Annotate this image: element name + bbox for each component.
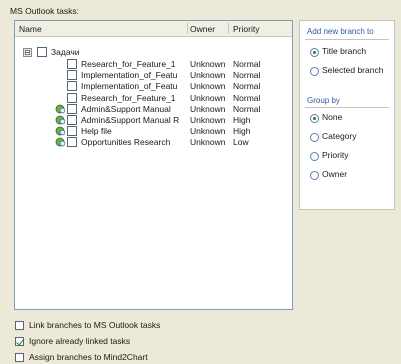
task-checkbox[interactable] (67, 81, 77, 92)
task-checkbox[interactable] (67, 137, 77, 148)
radio-button[interactable] (310, 48, 319, 57)
task-owner: Unknown (190, 115, 226, 125)
task-row[interactable]: Help file Unknown High (15, 126, 292, 137)
checkbox-label: Assign branches to Mind2Chart (29, 352, 148, 362)
tree-root-row[interactable]: ⊟ Задачи (15, 47, 292, 58)
task-row[interactable]: Implementation_of_Featu Unknown Normal (15, 70, 292, 81)
task-checkbox[interactable] (67, 115, 77, 125)
task-owner: Unknown (190, 103, 226, 114)
task-owner: Unknown (190, 59, 226, 69)
task-checkbox[interactable] (67, 59, 77, 69)
task-priority: Normal (233, 70, 261, 81)
task-priority: Normal (233, 59, 261, 69)
checkbox[interactable] (15, 337, 24, 346)
task-owner: Unknown (190, 70, 226, 81)
radio-label: Title branch (322, 46, 367, 56)
radio-button[interactable] (310, 67, 319, 76)
task-name: Admin&Support Manual R (81, 115, 180, 125)
checkbox-label: Link branches to MS Outlook tasks (29, 320, 161, 330)
checkbox[interactable] (15, 353, 24, 362)
tasks-heading: MS Outlook tasks: (10, 6, 79, 16)
radio-label: None (322, 112, 343, 122)
divider (305, 107, 389, 108)
divider (305, 39, 389, 40)
column-priority-header[interactable]: Priority (233, 24, 259, 34)
column-name-header[interactable]: Name (19, 24, 42, 34)
checkbox-label: Ignore already linked tasks (29, 336, 131, 346)
task-checkbox[interactable] (67, 92, 77, 103)
task-row[interactable]: Opportunities Research Unknown Low (15, 137, 292, 148)
radio-button[interactable] (310, 152, 319, 161)
task-priority: High (233, 115, 251, 125)
task-name: Implementation_of_Featu (81, 81, 178, 92)
task-owner: Unknown (190, 81, 226, 92)
add-branch-caption: Add new branch to (307, 27, 374, 36)
group-by-caption: Group by (307, 96, 340, 105)
task-name: Implementation_of_Featu (81, 70, 178, 81)
linked-task-icon (55, 115, 66, 125)
task-owner: Unknown (190, 92, 226, 103)
task-checkbox[interactable] (67, 103, 77, 114)
task-row[interactable]: Research_for_Feature_1 Unknown Normal (15, 92, 292, 104)
task-row[interactable]: Implementation_of_Featu Unknown Normal (15, 81, 292, 92)
task-priority: High (233, 126, 251, 137)
task-name: Admin&Support Manual (81, 103, 171, 114)
task-owner: Unknown (190, 137, 226, 148)
task-priority: Normal (233, 103, 261, 114)
linked-task-icon (55, 104, 66, 114)
radio-label: Category (322, 131, 357, 141)
task-priority: Normal (233, 81, 261, 92)
radio-button[interactable] (310, 171, 319, 180)
collapse-icon[interactable]: ⊟ (23, 48, 32, 57)
task-owner: Unknown (190, 126, 226, 137)
task-row[interactable]: Admin&Support Manual R Unknown High (15, 115, 292, 126)
column-header-row: Name Owner Priority (15, 21, 292, 37)
checkbox[interactable] (15, 321, 24, 330)
task-priority: Normal (233, 92, 261, 103)
radio-button[interactable] (310, 133, 319, 142)
options-panel: Add new branch to Title branch Selected … (299, 20, 395, 210)
task-name: Research_for_Feature_1 (81, 59, 176, 69)
outlook-tasks-tree[interactable]: Name Owner Priority ⊟ Задачи Research_fo… (14, 20, 293, 310)
task-row[interactable]: Research_for_Feature_1 Unknown Normal (15, 59, 292, 70)
root-label: Задачи (51, 47, 80, 57)
radio-label: Owner (322, 169, 348, 179)
task-name: Research_for_Feature_1 (81, 92, 176, 103)
task-name: Opportunities Research (81, 137, 171, 148)
column-owner-header[interactable]: Owner (190, 24, 215, 34)
radio-label: Priority (322, 150, 349, 160)
task-row[interactable]: Admin&Support Manual Unknown Normal (15, 103, 292, 115)
column-separator[interactable] (228, 23, 229, 34)
radio-label: Selected branch (322, 65, 384, 75)
column-separator[interactable] (187, 23, 188, 34)
task-checkbox[interactable] (67, 126, 77, 137)
linked-task-icon (55, 126, 66, 136)
task-name: Help file (81, 126, 112, 137)
linked-task-icon (55, 137, 66, 147)
task-checkbox[interactable] (67, 70, 77, 81)
root-checkbox[interactable] (37, 47, 47, 57)
radio-button[interactable] (310, 114, 319, 123)
task-priority: Low (233, 137, 249, 148)
